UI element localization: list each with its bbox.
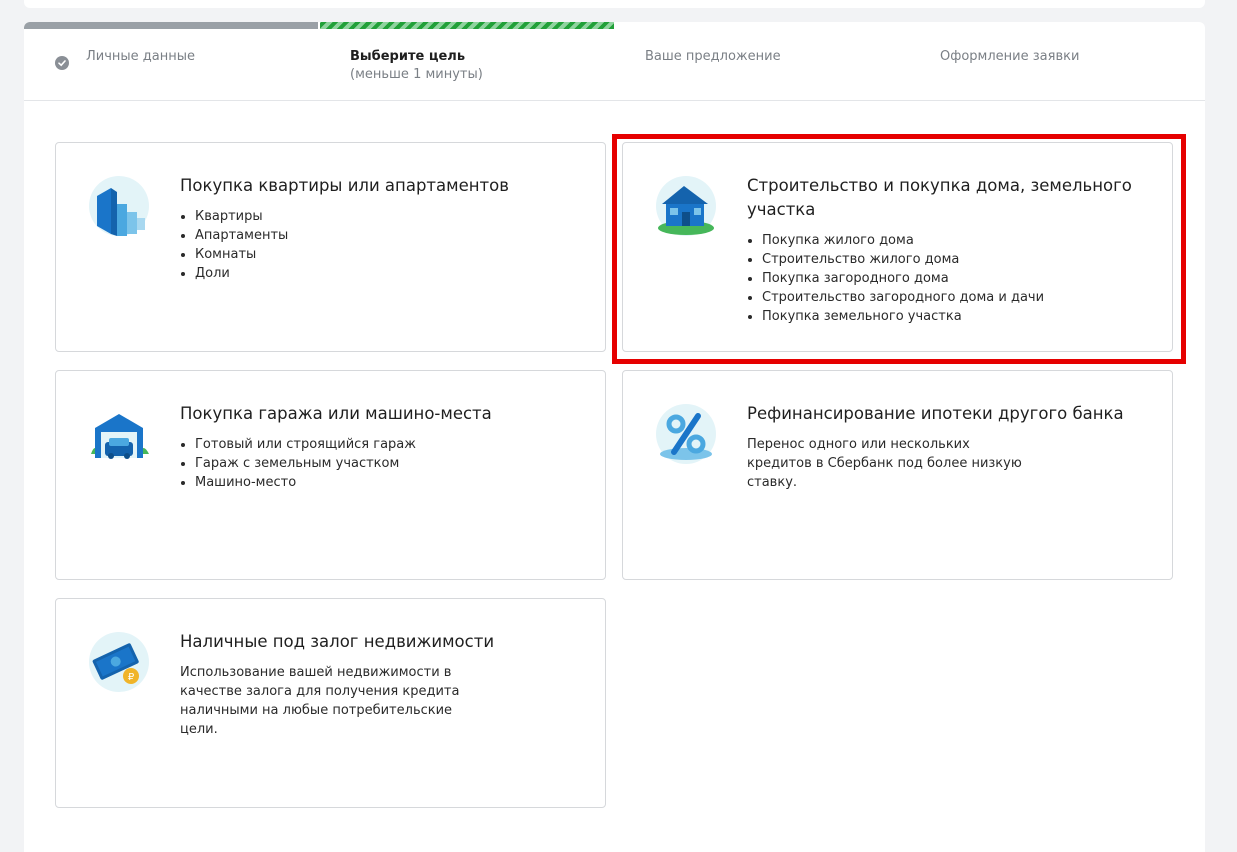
step-personal-data[interactable]: Личные данные — [86, 48, 195, 66]
steps-header: Личные данные Выберите цель (меньше 1 ми… — [24, 30, 1205, 101]
list-item: Покупка загородного дома — [762, 269, 1044, 288]
goal-card-house[interactable]: Строительство и покупка дома, земельного… — [622, 142, 1173, 352]
svg-text:₽: ₽ — [128, 672, 135, 683]
list-item: Апартаменты — [195, 226, 288, 245]
top-strip — [24, 0, 1205, 8]
progress-segment-completed — [24, 22, 318, 29]
step-sublabel: (меньше 1 минуты) — [350, 67, 483, 82]
list-item: Квартиры — [195, 207, 288, 226]
house-icon — [654, 174, 718, 238]
list-item: Комнаты — [195, 245, 288, 264]
list-item: Строительство загородного дома и дачи — [762, 288, 1044, 307]
list-item: Покупка жилого дома — [762, 231, 1044, 250]
list-item: Гараж с земельным участком — [195, 454, 416, 473]
card-title: Строительство и покупка дома, земельного… — [747, 176, 1132, 219]
list-item: Строительство жилого дома — [762, 250, 1044, 269]
list-item: Доли — [195, 264, 288, 283]
progress-segment-active — [320, 22, 614, 29]
step-label: Ваше предложение — [645, 49, 781, 64]
step-label: Оформление заявки — [940, 49, 1080, 64]
goal-card-cash-secured[interactable]: ₽ Наличные под залог недвижимости Исполь… — [55, 598, 606, 808]
card-list: Готовый или строящийся гараж Гараж с зем… — [180, 435, 416, 492]
step-label: Личные данные — [86, 49, 196, 64]
goal-card-refinancing[interactable]: Рефинансирование ипотеки другого банка П… — [622, 370, 1173, 580]
card-title: Покупка квартиры или апартаментов — [180, 176, 509, 195]
card-title: Рефинансирование ипотеки другого банка — [747, 404, 1124, 423]
list-item: Машино-место — [195, 473, 416, 492]
card-list: Квартиры Апартаменты Комнаты Доли — [180, 207, 288, 283]
goal-card-apartment[interactable]: Покупка квартиры или апартаментов Кварти… — [55, 142, 606, 352]
step-your-offer: Ваше предложение — [645, 48, 781, 66]
apartment-buildings-icon — [87, 174, 151, 238]
step-choose-goal: Выберите цель (меньше 1 минуты) — [350, 48, 483, 84]
card-title: Покупка гаража или машино-места — [180, 404, 492, 423]
card-title: Наличные под залог недвижимости — [180, 632, 495, 651]
card-description: Использование вашей недвижимости в качес… — [180, 665, 460, 737]
step-label: Выберите цель — [350, 49, 466, 64]
list-item: Готовый или строящийся гараж — [195, 435, 416, 454]
list-item: Покупка земельного участка — [762, 307, 1044, 326]
check-circle-icon — [55, 56, 69, 70]
cash-icon: ₽ — [87, 630, 151, 694]
garage-icon — [87, 402, 151, 466]
step-application: Оформление заявки — [940, 48, 1079, 66]
percent-icon — [654, 402, 718, 466]
goal-card-garage[interactable]: Покупка гаража или машино-места Готовый … — [55, 370, 606, 580]
card-list: Покупка жилого дома Строительство жилого… — [747, 231, 1044, 326]
card-description: Перенос одного или нескольких кредитов в… — [747, 437, 1022, 490]
progress-bar — [24, 22, 1205, 30]
